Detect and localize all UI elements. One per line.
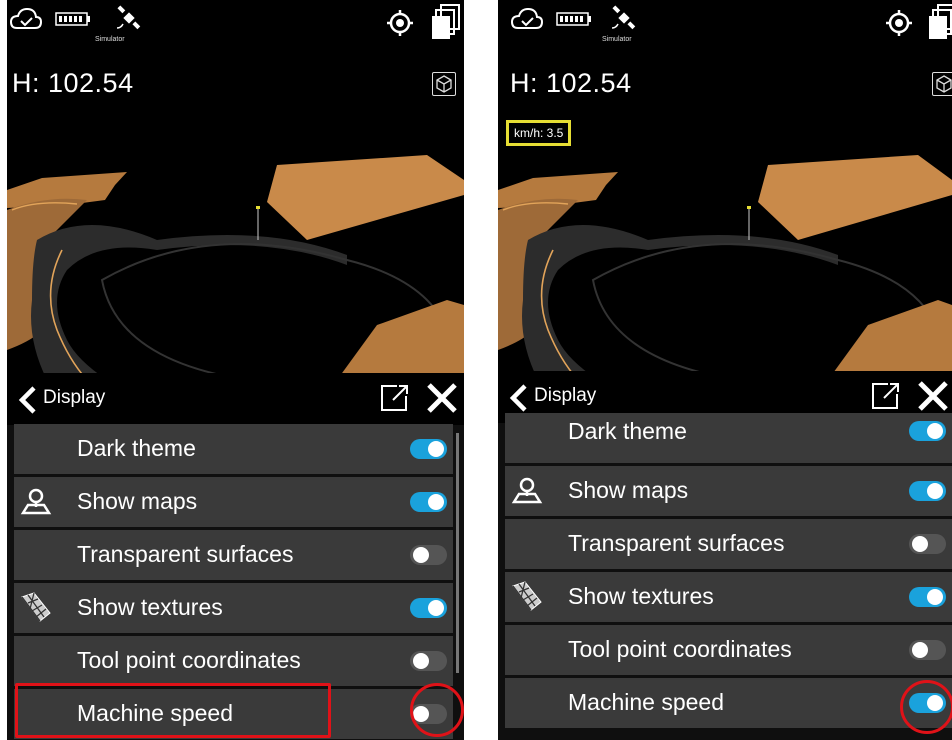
setting-row-show-textures[interactable]: Show textures [505,572,952,622]
setting-label: Show maps [568,477,689,503]
tool-point-coordinates-toggle[interactable] [410,651,447,671]
map-pin-icon [511,477,543,504]
setting-row-transparent-surfaces[interactable]: Transparent surfaces [505,519,952,569]
setting-row-machine-speed[interactable]: Machine speed [505,678,952,728]
battery-icon [55,12,90,26]
highlight-circle-toggle [900,680,952,734]
dark-theme-toggle[interactable] [410,439,447,459]
setting-label: Show maps [77,488,198,514]
setting-row-dark-theme[interactable]: Dark theme [505,413,952,463]
3d-view-cube-icon[interactable] [432,72,456,96]
setting-row-tool-point-coordinates[interactable]: Tool point coordinates [14,636,453,686]
battery-icon [556,12,591,26]
highlight-box-machine-speed [15,683,331,738]
highlight-circle-toggle [410,683,464,737]
setting-row-show-maps[interactable]: Show maps [505,466,952,516]
show-maps-toggle[interactable] [410,492,447,512]
texture-mesh-icon [21,592,51,622]
3d-terrain-view[interactable] [7,100,464,380]
simulator-label: Simulator [95,36,125,43]
setting-row-tool-point-coordinates[interactable]: Tool point coordinates [505,625,952,675]
show-maps-toggle[interactable] [909,481,946,501]
transparent-surfaces-toggle[interactable] [410,545,447,565]
height-readout: H: 102.54 [12,68,134,98]
setting-row-show-maps[interactable]: Show maps [14,477,453,527]
show-textures-toggle[interactable] [410,598,447,618]
layers-icon[interactable] [431,4,461,40]
transparent-surfaces-toggle[interactable] [909,534,946,554]
setting-label: Show textures [568,583,714,609]
gps-target-icon[interactable] [387,10,413,36]
map-pin-icon [20,488,52,515]
display-settings-panel: Display Dark theme Show maps Transparent… [498,371,952,740]
settings-list: Dark theme Show maps Transparent surface… [505,413,952,731]
panel-header: Display [7,373,464,425]
status-bar: Simulator [7,0,464,50]
popout-icon[interactable] [379,383,411,413]
height-readout: H: 102.54 [510,68,632,98]
satellite-icon [116,5,141,30]
status-bar: Simulator [498,0,952,50]
close-icon[interactable] [425,381,459,415]
satellite-icon [611,5,636,30]
dark-theme-toggle[interactable] [909,421,946,441]
popout-icon[interactable] [870,381,902,411]
3d-terrain-view[interactable] [498,100,952,380]
screen-after: Simulator H: 102.54 km/h: 3.5 Display Da… [498,0,952,740]
setting-label: Show textures [77,594,223,620]
setting-label: Dark theme [568,418,687,444]
screen-before: Simulator H: 102.54 Display Dark theme S… [7,0,464,740]
setting-label: Dark theme [77,435,196,461]
back-chevron-icon[interactable] [15,385,43,415]
tool-point-coordinates-toggle[interactable] [909,640,946,660]
setting-row-show-textures[interactable]: Show textures [14,583,453,633]
back-chevron-icon[interactable] [506,383,534,413]
setting-label: Transparent surfaces [77,541,294,567]
simulator-label: Simulator [602,36,632,43]
panel-title: Display [534,385,597,406]
show-textures-toggle[interactable] [909,587,946,607]
close-icon[interactable] [916,379,950,413]
layers-icon[interactable] [928,4,952,40]
setting-label: Machine speed [568,689,724,715]
cloud-check-icon [510,7,544,29]
texture-mesh-icon [512,581,542,611]
setting-label: Tool point coordinates [77,647,301,673]
3d-view-cube-icon[interactable] [932,72,952,96]
setting-row-transparent-surfaces[interactable]: Transparent surfaces [14,530,453,580]
gps-target-icon[interactable] [886,10,912,36]
setting-label: Tool point coordinates [568,636,792,662]
setting-label: Transparent surfaces [568,530,785,556]
cloud-check-icon [9,7,43,29]
setting-row-dark-theme[interactable]: Dark theme [14,424,453,474]
scrollbar[interactable] [456,433,459,673]
panel-title: Display [43,387,106,408]
